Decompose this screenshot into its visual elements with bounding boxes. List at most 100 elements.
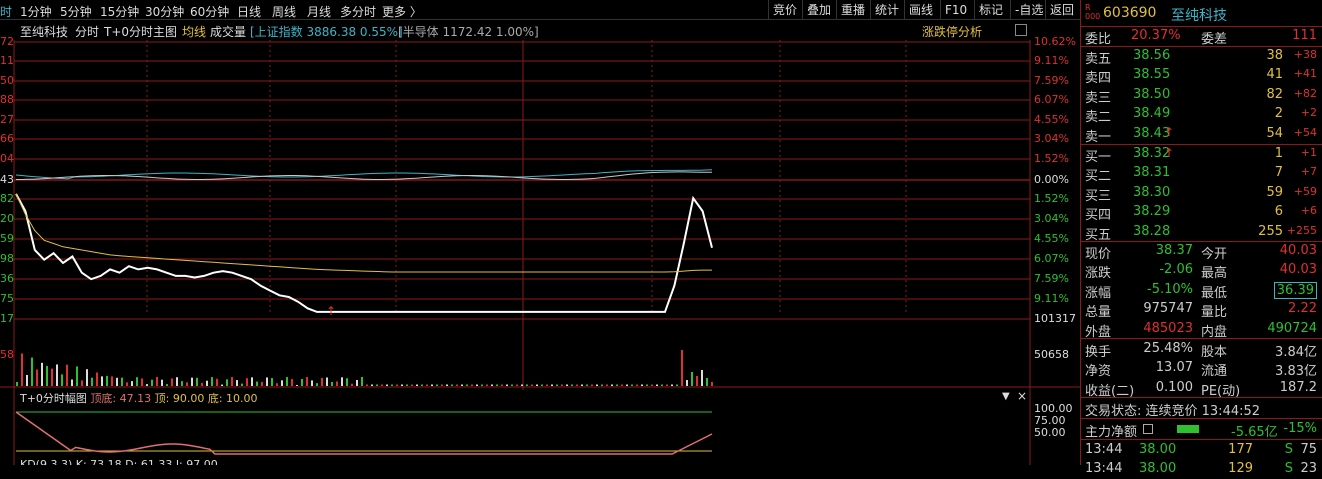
toolbar-button-1[interactable]: 叠加 <box>802 0 835 20</box>
kd-indicator-label: KD(9,3,3) K: 73.18 D: 61.33 J: 97.00 <box>20 458 218 465</box>
volume-bar <box>276 383 278 386</box>
tab-0[interactable]: 时 <box>0 3 12 20</box>
tick-count: 23 <box>1300 461 1317 476</box>
volume-bar <box>591 384 593 386</box>
volume-bar <box>531 384 533 386</box>
series-avg-line <box>15 193 712 273</box>
tick-volume: 177 <box>1228 442 1253 457</box>
tab-4[interactable]: 30分钟 <box>145 3 184 20</box>
volume-bar <box>456 384 458 386</box>
volume-bar <box>216 378 218 386</box>
stat-value: 38.37 <box>1155 243 1193 258</box>
volume-bar <box>96 372 98 386</box>
volume-bar <box>306 377 308 386</box>
ask-change: +54 <box>1293 125 1317 139</box>
toolbar-button-6[interactable]: 标记 <box>974 0 1007 20</box>
weicha-label: 委差 <box>1201 32 1228 47</box>
stat-label: 股本 <box>1201 345 1228 360</box>
tab-5[interactable]: 60分钟 <box>190 3 229 20</box>
toolbar-button-0[interactable]: 竞价 <box>768 0 801 20</box>
volume-bar <box>156 377 158 386</box>
tab-2[interactable]: 5分钟 <box>60 3 92 20</box>
toolbar-button-3[interactable]: 统计 <box>870 0 903 20</box>
volume-bar <box>661 384 663 386</box>
indicator-level-50: 50.00 <box>1034 426 1066 439</box>
t0-main-chart-label[interactable]: T+0分时主图 <box>104 23 177 40</box>
volume-bar <box>176 377 178 386</box>
expand-icon[interactable] <box>1015 24 1027 36</box>
stat-row: 总量 975747 量比 2.22 <box>1081 300 1322 320</box>
volume-bar <box>86 369 88 386</box>
close-icon[interactable]: × <box>1017 389 1027 403</box>
low-marker-icon: ↑ <box>326 304 336 318</box>
toolbar-button-7[interactable]: -自选 <box>1010 0 1047 20</box>
tick-side: S <box>1284 461 1293 476</box>
ask-label: 卖三 <box>1085 90 1112 106</box>
volume-bar <box>436 384 438 386</box>
stat-label: 收益(二) <box>1085 383 1135 399</box>
main-flow-value: -5.65亿 <box>1231 425 1278 440</box>
stat-value: 3.83亿 <box>1275 364 1317 380</box>
limit-analysis-button[interactable]: 涨跌停分析 <box>922 23 982 40</box>
volume-bar <box>651 384 653 386</box>
volume-bar <box>466 384 468 386</box>
ask-row: 卖三 38.50 82 +82 <box>1081 86 1322 106</box>
tick-side: S <box>1284 442 1293 457</box>
menu-icon[interactable] <box>1143 424 1153 434</box>
volume-bar <box>616 384 618 386</box>
tick-time: 13:44 <box>1085 461 1123 476</box>
tab-9[interactable]: 多分时 <box>340 3 376 20</box>
volume-bar <box>136 377 138 386</box>
weibi-label: 委比 <box>1085 32 1112 47</box>
volume-bar <box>111 376 113 386</box>
tab-7[interactable]: 周线 <box>272 3 296 20</box>
stat-value: -5.10% <box>1147 281 1193 297</box>
series-price-line <box>15 193 713 313</box>
tick-price: 38.00 <box>1139 461 1177 476</box>
tab-1[interactable]: 1分钟 <box>20 3 52 20</box>
volume-bar <box>421 384 423 386</box>
indicator-top-value: 顶: 90.00 <box>154 392 205 405</box>
dropdown-arrow-icon[interactable]: ▼ <box>1002 391 1010 402</box>
stat-label: 最低 <box>1201 285 1228 301</box>
ask-row: 卖一 38.43 54 +54 <box>1081 125 1322 145</box>
tab-10[interactable]: 更多 〉 <box>382 3 422 20</box>
ask-change: +38 <box>1293 48 1317 61</box>
toolbar-button-4[interactable]: 画线 <box>904 0 937 20</box>
volume-bar <box>346 378 348 386</box>
toolbar-button-2[interactable]: 重播 <box>836 0 869 20</box>
volume-bar <box>76 366 78 386</box>
tab-8[interactable]: 月线 <box>307 3 331 20</box>
volume-bar <box>561 384 563 386</box>
quote-panel: R 000 603690 至纯科技 委比 20.37% 委差 111 卖五 38.5… <box>1080 0 1322 476</box>
volume-bar <box>356 379 358 386</box>
toolbar-button-8[interactable]: 返回 <box>1045 0 1078 20</box>
volume-bar <box>396 384 398 386</box>
volume-bar <box>401 384 403 386</box>
semiconductor-index-legend: [半导体 1172.42 1.00%] <box>398 25 539 39</box>
ask-volume: 41 <box>1266 67 1283 83</box>
weibi-row: 委比 20.37% 委差 111 <box>1081 27 1322 47</box>
ask-volume: 82 <box>1266 86 1283 102</box>
intraday-mode-label[interactable]: 分时 <box>75 23 99 40</box>
bid-volume: 7 <box>1274 165 1283 181</box>
volume-bar <box>106 375 108 386</box>
tab-3[interactable]: 15分钟 <box>100 3 139 20</box>
volume-bar <box>171 378 173 386</box>
bid-price: 38.30 <box>1133 184 1171 200</box>
volume-bar <box>296 384 298 386</box>
volume-bar <box>646 384 648 386</box>
ask-label: 卖一 <box>1085 129 1112 145</box>
tab-6[interactable]: 日线 <box>237 3 261 20</box>
ask-label: 卖五 <box>1085 52 1112 67</box>
volume-bar <box>606 384 608 386</box>
bid-label: 买五 <box>1085 227 1112 243</box>
indicator-name[interactable]: T+0分时幅图 <box>20 392 87 405</box>
volume-bar <box>706 378 708 386</box>
toolbar-button-5[interactable]: F10 <box>940 0 971 20</box>
bid-volume: 255 <box>1258 223 1283 239</box>
volume-bar <box>131 381 133 386</box>
volume-bar <box>101 376 103 386</box>
volume-bar <box>246 378 248 386</box>
volume-bar <box>441 384 443 386</box>
